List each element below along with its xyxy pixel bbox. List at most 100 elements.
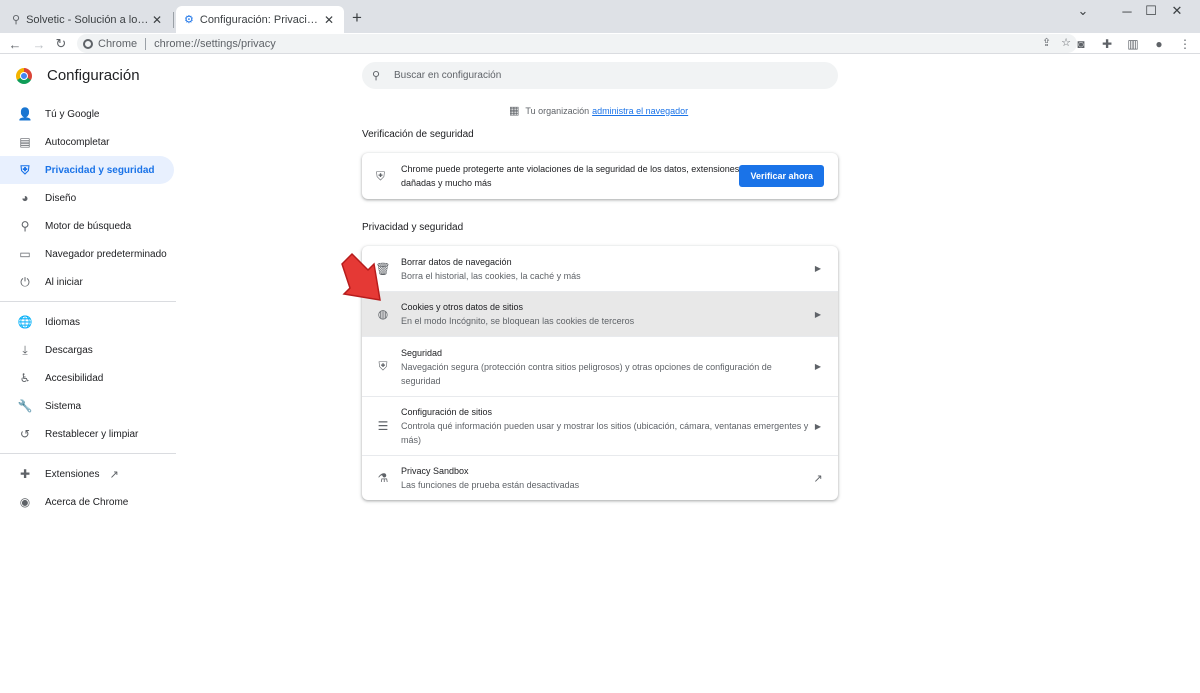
safety-check-row: ⛨ Chrome puede protegerte ante violacion…	[362, 153, 838, 199]
row-text: Borrar datos de navegación Borra el hist…	[401, 255, 812, 283]
puzzle-icon[interactable]: ✚	[1098, 35, 1116, 53]
sidebar-item-search-engine[interactable]: ⚲ Motor de búsqueda	[0, 212, 174, 240]
sidebar-item-accessibility[interactable]: ♿ Accesibilidad	[0, 364, 174, 392]
shield-icon: ⛨	[20, 162, 30, 177]
row-text: Privacy Sandbox Las funciones de prueba …	[401, 464, 812, 492]
chrome-icon: ◉	[19, 495, 31, 509]
site-chip-label: Chrome	[98, 37, 138, 50]
tab-title: Configuración: Privacidad y seguridad	[199, 13, 322, 26]
close-icon[interactable]: ✕	[322, 13, 336, 27]
search-icon: ⚲	[372, 70, 381, 82]
close-icon[interactable]: ✕	[150, 13, 164, 27]
accessibility-icon: ♿	[19, 371, 31, 385]
building-icon: ▦	[509, 105, 520, 117]
forward-icon[interactable]: →	[30, 35, 48, 53]
row-title: Seguridad	[401, 347, 443, 358]
clear-browsing-data-row[interactable]: 🗑 Borrar datos de navegación Borra el hi…	[362, 246, 838, 291]
tab-settings[interactable]: ⚙ Configuración: Privacidad y seguridad …	[176, 6, 344, 33]
restore-icon: ↺	[19, 427, 31, 441]
browser-toolbar: ← → ↻ Chrome chrome://settings/privacy ⇪…	[0, 33, 1200, 54]
row-subtitle: Controla qué información pueden usar y m…	[401, 421, 809, 445]
tab-title: Solvetic - Solución a los problemas	[26, 13, 150, 26]
sidebar-divider	[0, 301, 176, 302]
flask-icon: ⚗	[377, 471, 389, 485]
privacy-sandbox-row[interactable]: ⚗ Privacy Sandbox Las funciones de prueb…	[362, 455, 838, 500]
row-text: Configuración de sitios Controla qué inf…	[401, 405, 812, 447]
search-icon: ⚲	[20, 219, 30, 233]
omnibox-actions: ⇪ ☆	[1042, 36, 1071, 49]
globe-icon: 🌐	[17, 315, 33, 329]
sidebar-item-downloads[interactable]: ⤓ Descargas	[0, 336, 174, 364]
managed-notice: ▦ Tu organización administra el navegado…	[509, 104, 688, 117]
search-placeholder: Buscar en configuración	[394, 70, 502, 81]
sidebar-item-label: Diseño	[45, 192, 77, 204]
sidebar-item-label: Tú y Google	[45, 108, 100, 120]
sidebar-item-label: Privacidad y seguridad	[45, 164, 155, 176]
privacy-card: 🗑 Borrar datos de navegación Borra el hi…	[362, 246, 838, 500]
row-subtitle: En el modo Incógnito, se bloquean las co…	[401, 316, 635, 326]
chevron-right-icon: ▶	[814, 309, 822, 319]
sidebar-item-languages[interactable]: 🌐 Idiomas	[0, 308, 174, 336]
download-icon: ⤓	[22, 342, 28, 357]
star-icon[interactable]: ☆	[1061, 36, 1071, 49]
shield-icon: ⛨	[378, 359, 388, 373]
sidebar-item-appearance[interactable]: ◕ Diseño	[0, 184, 174, 212]
security-row[interactable]: ⛨ Seguridad Navegación segura (protecció…	[362, 336, 838, 396]
power-icon: ⏻	[20, 274, 30, 289]
sidebar-item-autofill[interactable]: ▤ Autocompletar	[0, 128, 174, 156]
sidebar-item-label: Restablecer y limpiar	[45, 428, 139, 440]
new-tab-button[interactable]: +	[348, 9, 366, 27]
sidebar-item-system[interactable]: 🔧 Sistema	[0, 392, 174, 420]
row-title: Configuración de sitios	[401, 407, 493, 417]
sidebar-item-label: Navegador predeterminado	[45, 248, 167, 260]
browser-icon: ▭	[19, 247, 31, 261]
address-bar[interactable]: Chrome chrome://settings/privacy ⇪ ☆	[77, 34, 1077, 53]
cookies-row[interactable]: ◍ Cookies y otros datos de sitios En el …	[362, 291, 838, 336]
chrome-logo-icon	[16, 68, 32, 84]
settings-search-input[interactable]: ⚲ Buscar en configuración	[362, 62, 838, 89]
privacy-heading: Privacidad y seguridad	[362, 222, 464, 233]
sidebar-item-label: Acerca de Chrome	[45, 496, 129, 508]
clipboard-icon: ▤	[19, 135, 31, 149]
toolbar-actions: ◙ ✚ ▥ ● ⋮	[1072, 35, 1194, 53]
sidebar-item-default-browser[interactable]: ▭ Navegador predeterminado	[0, 240, 174, 268]
chevron-right-icon: ▶	[814, 264, 822, 273]
profile-icon[interactable]: ●	[1150, 35, 1168, 53]
row-text: Seguridad Navegación segura (protección …	[401, 346, 812, 388]
sidebar-item-label: Idiomas	[45, 316, 81, 328]
sidebar-item-extensions[interactable]: ✚ Extensiones ↗	[0, 460, 174, 488]
close-window-button[interactable]: ✕	[1154, 0, 1200, 22]
sidebar-item-reset[interactable]: ↺ Restablecer y limpiar	[0, 420, 174, 448]
sidebar-item-label: Al iniciar	[45, 276, 83, 288]
tab-solvetic[interactable]: ⚲ Solvetic - Solución a los problemas ✕	[4, 6, 172, 33]
sidebar-item-label: Accesibilidad	[45, 372, 104, 384]
omnibox-divider	[145, 37, 147, 50]
reload-icon[interactable]: ↻	[52, 35, 70, 53]
camera-icon[interactable]: ◙	[1072, 35, 1090, 53]
check-now-button[interactable]: Verificar ahora	[739, 165, 824, 187]
menu-icon[interactable]: ⋮	[1176, 35, 1194, 53]
sidebar-item-privacy[interactable]: ⛨ Privacidad y seguridad	[0, 156, 174, 184]
share-icon[interactable]: ⇪	[1042, 36, 1051, 49]
row-text: Cookies y otros datos de sitios En el mo…	[401, 300, 812, 328]
site-chip[interactable]: Chrome	[77, 38, 137, 50]
chevron-right-icon: ▶	[814, 362, 822, 371]
sidebar-item-on-startup[interactable]: ⏻ Al iniciar	[0, 268, 174, 296]
sidebar-item-you-and-google[interactable]: 👤 Tú y Google	[0, 100, 174, 128]
url-scheme: chrome://	[154, 37, 200, 50]
row-title: Borrar datos de navegación	[401, 256, 512, 267]
managed-notice-text: Tu organización	[525, 105, 590, 116]
sidebar-item-label: Motor de búsqueda	[45, 220, 132, 232]
back-icon[interactable]: ←	[6, 35, 24, 53]
safety-check-heading: Verificación de seguridad	[362, 129, 474, 140]
managed-notice-link[interactable]: administra el navegador	[592, 106, 688, 116]
wrench-icon: 🔧	[17, 399, 33, 413]
site-settings-row[interactable]: ☰ Configuración de sitios Controla qué i…	[362, 396, 838, 455]
sidebar-item-about-chrome[interactable]: ◉ Acerca de Chrome	[0, 488, 174, 516]
person-icon: 👤	[17, 107, 33, 121]
url-path: settings/privacy	[199, 37, 276, 50]
sidebar-item-label: Autocompletar	[45, 136, 110, 148]
tab-search-icon[interactable]: ⌄	[1060, 0, 1106, 22]
row-title: Privacy Sandbox	[401, 466, 469, 476]
side-panel-icon[interactable]: ▥	[1124, 35, 1142, 53]
